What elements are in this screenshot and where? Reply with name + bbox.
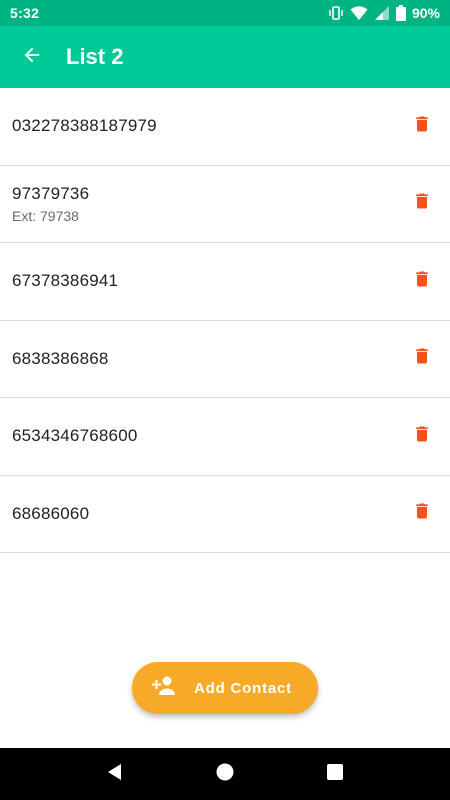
phone-number: 6838386868 [12,348,109,368]
add-contact-label: Add Contact [194,679,292,697]
phone-extension: Ext: 79738 [12,207,79,224]
list-item[interactable]: 68686060 [0,476,450,553]
contact-list: 032278388187979 97379736 Ext: 79738 6737… [0,88,450,553]
trash-icon [412,423,432,450]
arrow-back-icon [21,44,43,71]
status-time: 5:32 [10,5,40,21]
page-title: List 2 [66,44,124,69]
list-item[interactable]: 97379736 Ext: 79738 [0,166,450,243]
nav-home-button[interactable] [205,754,245,794]
person-add-icon [150,675,176,702]
delete-button[interactable] [404,341,440,377]
list-item[interactable]: 67378386941 [0,243,450,321]
list-item[interactable]: 6534346768600 [0,398,450,476]
delete-button[interactable] [404,496,440,532]
delete-button[interactable] [404,263,440,299]
back-triangle-icon [106,763,124,786]
trash-icon [412,345,432,372]
recents-square-icon [326,763,344,786]
delete-button[interactable] [404,186,440,222]
phone-number: 032278388187979 [12,116,157,136]
trash-icon [412,268,432,295]
phone-number: 68686060 [12,503,90,523]
back-button[interactable] [16,41,48,73]
trash-icon [412,113,432,140]
trash-icon [412,190,432,217]
signal-icon [374,5,390,21]
status-icons: 90% [328,5,440,21]
delete-button[interactable] [404,418,440,454]
status-bar: 5:32 90% [0,0,450,26]
trash-icon [412,500,432,527]
list-item[interactable]: 032278388187979 [0,88,450,166]
system-nav-bar [0,748,450,800]
vibrate-icon [328,5,344,21]
battery-icon [395,5,406,21]
phone-number: 67378386941 [12,271,119,291]
phone-number: 6534346768600 [12,426,138,446]
battery-percent: 90% [411,5,440,21]
nav-recents-button[interactable] [315,754,355,794]
nav-back-button[interactable] [95,754,135,794]
app-bar: List 2 [0,26,450,88]
phone-number: 97379736 [12,183,90,203]
add-contact-button[interactable]: Add Contact [132,662,318,714]
list-item[interactable]: 6838386868 [0,321,450,398]
delete-button[interactable] [404,108,440,144]
home-circle-icon [214,761,236,788]
wifi-icon [350,5,368,21]
